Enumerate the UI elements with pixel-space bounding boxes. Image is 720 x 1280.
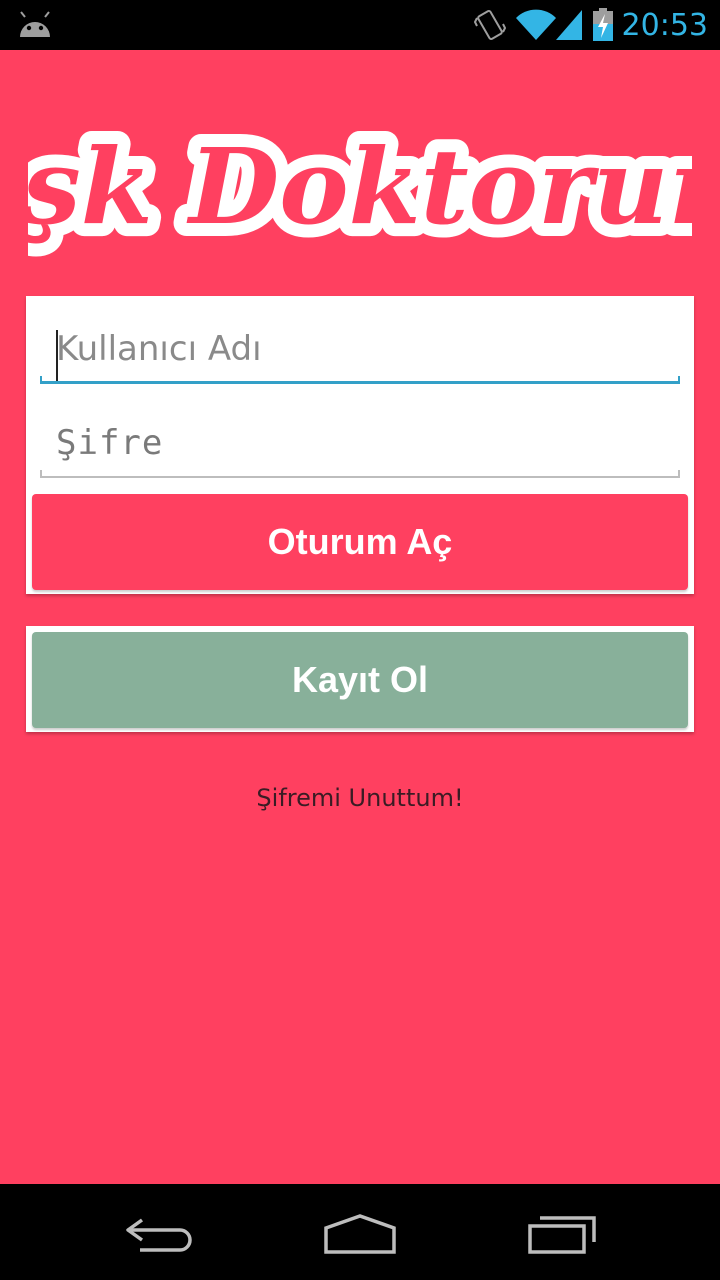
username-input[interactable] (40, 314, 680, 384)
logo-text: Aşk Doktorum (28, 125, 692, 248)
password-input[interactable] (40, 408, 680, 478)
password-field-container (40, 408, 680, 478)
recents-icon[interactable] (526, 1214, 598, 1254)
password-underline (40, 470, 680, 478)
navigation-bar (0, 1184, 720, 1280)
username-underline (40, 376, 680, 384)
app-logo: Aşk Doktorum Aşk Doktorum (0, 98, 720, 278)
register-button[interactable]: Kayıt Ol (32, 632, 688, 728)
username-field-container (40, 314, 680, 384)
login-button[interactable]: Oturum Aç (32, 494, 688, 590)
signal-icon (556, 8, 584, 47)
register-card: Kayıt Ol (26, 626, 694, 732)
forgot-password-link[interactable]: Şifremi Unuttum! (0, 784, 720, 812)
home-icon[interactable] (322, 1214, 398, 1254)
android-icon (16, 11, 54, 44)
text-cursor (56, 330, 58, 382)
battery-charging-icon (592, 8, 614, 47)
vibrate-icon (473, 8, 507, 47)
wifi-icon (516, 8, 556, 47)
status-time: 20:53 (621, 8, 708, 43)
login-card: Oturum Aç (26, 296, 694, 594)
back-icon[interactable] (124, 1214, 196, 1254)
app-screen: Aşk Doktorum Aşk Doktorum Oturum Aç Kayı… (0, 50, 720, 1184)
status-bar: 20:53 (0, 0, 720, 50)
